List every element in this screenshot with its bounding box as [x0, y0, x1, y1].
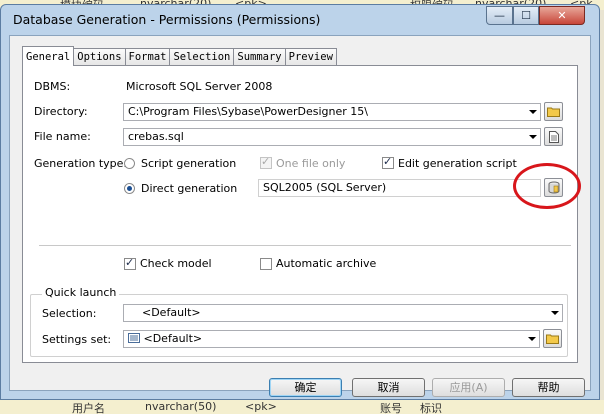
- minimize-button[interactable]: —: [486, 6, 513, 25]
- title-bar[interactable]: Database Generation - Permissions (Permi…: [1, 5, 599, 35]
- settings-set-combobox[interactable]: <Default>: [123, 330, 540, 348]
- chevron-down-icon[interactable]: [551, 311, 559, 315]
- tab-options[interactable]: Options: [73, 48, 126, 65]
- script-generation-radio[interactable]: [124, 158, 135, 169]
- settings-set-value: <Default>: [143, 332, 203, 345]
- selection-combobox[interactable]: <Default>: [123, 304, 563, 322]
- bg-text: 标识: [420, 402, 442, 414]
- check-model-checkbox[interactable]: [124, 256, 136, 270]
- direct-generation-radio[interactable]: [124, 183, 135, 194]
- directory-label: Directory:: [34, 105, 88, 118]
- tab-format[interactable]: Format: [124, 48, 171, 65]
- quick-launch-title: Quick launch: [42, 286, 120, 299]
- directory-value: C:\Program Files\Sybase\PowerDesigner 15…: [128, 105, 368, 118]
- check-model-label: Check model: [140, 257, 212, 270]
- database-generation-dialog: Database Generation - Permissions (Permi…: [0, 4, 600, 400]
- direct-generation-label: Direct generation: [141, 182, 238, 195]
- help-button[interactable]: 帮助: [512, 378, 585, 397]
- automatic-archive-label: Automatic archive: [276, 257, 377, 270]
- window-title: Database Generation - Permissions (Permi…: [13, 12, 321, 27]
- red-highlight-circle: [513, 163, 581, 209]
- cancel-button[interactable]: 取消: [352, 378, 425, 397]
- separator: [39, 245, 571, 247]
- filename-label: File name:: [34, 130, 91, 143]
- selection-label: Selection:: [42, 307, 97, 320]
- tab-general[interactable]: General: [22, 46, 75, 66]
- data-source-value: SQL2005 (SQL Server): [263, 181, 387, 194]
- tab-strip: General Options Format Selection Summary…: [22, 46, 337, 66]
- edit-generation-script-label: Edit generation script: [398, 157, 517, 170]
- filename-combobox[interactable]: crebas.sql: [123, 128, 541, 146]
- edit-file-button[interactable]: [544, 127, 563, 146]
- edit-generation-script-checkbox[interactable]: [382, 155, 394, 169]
- selection-value: <Default>: [142, 306, 201, 319]
- document-icon: [548, 130, 559, 143]
- filename-value: crebas.sql: [128, 130, 184, 143]
- dbms-label: DBMS:: [34, 80, 71, 93]
- tab-summary[interactable]: Summary: [233, 48, 286, 65]
- maximize-icon: ☐: [521, 9, 531, 22]
- bg-text: <pk>: [245, 400, 277, 413]
- bg-text: 账号: [380, 402, 402, 414]
- settings-list-icon: [128, 333, 140, 343]
- one-file-only-checkbox[interactable]: [260, 155, 272, 169]
- one-file-only-label: One file only: [276, 157, 346, 170]
- generation-type-label: Generation type:: [34, 157, 128, 170]
- close-icon: ✕: [557, 9, 567, 22]
- minimize-icon: —: [494, 9, 505, 22]
- data-source-field: SQL2005 (SQL Server): [258, 179, 541, 197]
- open-settings-set-button[interactable]: [543, 329, 562, 348]
- directory-combobox[interactable]: C:\Program Files\Sybase\PowerDesigner 15…: [123, 103, 541, 121]
- chevron-down-icon[interactable]: [528, 337, 536, 341]
- bg-text: 用户名: [72, 402, 105, 414]
- dbms-value: Microsoft SQL Server 2008: [126, 80, 273, 93]
- chevron-down-icon[interactable]: [529, 135, 537, 139]
- apply-button[interactable]: 应用(A): [432, 378, 505, 397]
- automatic-archive-checkbox[interactable]: [260, 258, 272, 270]
- script-generation-label: Script generation: [141, 157, 237, 170]
- bg-text: nvarchar(50): [145, 400, 217, 413]
- maximize-button[interactable]: ☐: [513, 6, 539, 25]
- close-button[interactable]: ✕: [539, 6, 585, 25]
- tab-selection[interactable]: Selection: [169, 48, 235, 65]
- dialog-client-area: General Options Format Selection Summary…: [9, 35, 591, 397]
- background-app-strip-bottom: 用户名 nvarchar(50) <pk> 账号 标识: [0, 400, 604, 414]
- tab-preview[interactable]: Preview: [284, 48, 337, 65]
- browse-directory-button[interactable]: [544, 102, 563, 121]
- folder-icon: [546, 334, 559, 344]
- chevron-down-icon[interactable]: [529, 110, 537, 114]
- settings-set-label: Settings set:: [42, 333, 112, 346]
- ok-button[interactable]: 确定: [269, 378, 342, 397]
- folder-icon: [547, 107, 560, 117]
